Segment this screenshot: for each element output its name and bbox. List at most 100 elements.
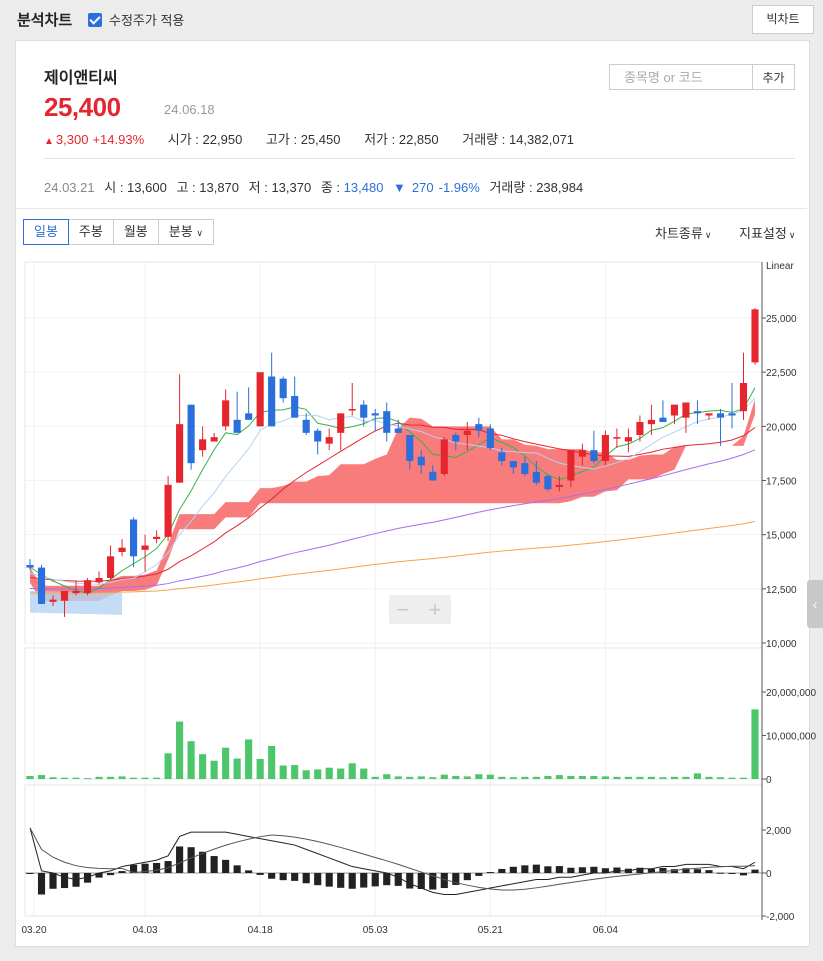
candle-body <box>72 591 80 594</box>
volume-bar <box>693 773 702 779</box>
volume-bar <box>590 775 598 779</box>
volume-bar <box>199 754 207 779</box>
macd-histogram-bar <box>509 866 517 873</box>
macd-histogram-bar <box>613 867 621 873</box>
macd-histogram-bar <box>578 867 586 873</box>
volume-bar <box>60 777 69 779</box>
macd-histogram-bar <box>233 865 241 873</box>
volume-bar <box>164 753 172 779</box>
volume-bar <box>222 747 230 779</box>
macd-histogram-bar <box>26 873 34 874</box>
volume-bar <box>130 777 138 779</box>
candle-body <box>509 461 517 468</box>
candle-body <box>406 435 414 461</box>
candle-body <box>440 439 448 474</box>
candle-body <box>95 578 103 583</box>
x-tick-label: 05.21 <box>478 925 503 936</box>
macd-histogram-bar <box>693 869 702 873</box>
volume-bar <box>486 774 494 779</box>
macd-histogram-bar <box>544 866 552 873</box>
volume-bar <box>647 776 655 779</box>
candle-body <box>567 450 575 481</box>
macd-histogram-bar <box>279 873 287 881</box>
volume-bars <box>26 709 759 780</box>
candle-body <box>739 383 748 412</box>
candle-body <box>325 437 333 444</box>
volume-bar <box>567 775 575 779</box>
macd-histogram-bar <box>256 873 264 875</box>
macd-histogram-bar <box>705 870 713 873</box>
macd-histogram-bar <box>394 873 402 886</box>
candle-body <box>233 419 241 433</box>
candle-body <box>475 424 483 431</box>
candle-body <box>210 437 218 442</box>
volume-bar <box>95 776 103 779</box>
candle-body <box>337 413 345 433</box>
x-tick-label: 04.18 <box>248 925 273 936</box>
volume-bar <box>106 776 115 779</box>
collapse-chevron-icon[interactable]: ‹ <box>807 580 823 628</box>
volume-bar <box>302 770 310 779</box>
price-tick-label: 10,000 <box>766 639 797 650</box>
macd-histogram-bar <box>498 868 506 873</box>
volume-bar <box>636 776 644 779</box>
candle-body <box>49 599 57 602</box>
candle-body <box>371 413 379 416</box>
volume-bar <box>26 775 34 779</box>
volume-bar <box>601 776 609 779</box>
volume-bar <box>521 776 529 779</box>
price-tick-label: 25,000 <box>766 314 797 325</box>
macd-histogram-bar <box>187 847 195 873</box>
candle-body <box>314 430 322 442</box>
macd-histogram <box>25 827 762 895</box>
volume-bar <box>417 776 425 779</box>
candle-body <box>141 545 149 550</box>
macd-tick-label: 2,000 <box>766 826 791 837</box>
volume-bar <box>682 776 690 779</box>
volume-bar <box>233 758 241 779</box>
candle-body <box>636 422 644 435</box>
zoom-control[interactable]: − + <box>389 595 451 624</box>
price-tick-label: 22,500 <box>766 368 797 379</box>
price-tick-label: 17,500 <box>766 477 797 488</box>
stock-chart[interactable]: 03.20 04.03 04.18 05.03 05.21 06.04 Linear 25,0… <box>0 0 823 961</box>
x-tick-label: 05.03 <box>363 925 388 936</box>
macd-histogram-bar <box>176 846 184 873</box>
zoom-in-icon[interactable]: + <box>429 597 442 622</box>
candle-body <box>555 484 563 487</box>
candle-body <box>60 591 69 601</box>
candle-body <box>728 413 736 416</box>
candle-body <box>383 411 391 433</box>
candle-body <box>164 484 172 537</box>
candle-body <box>590 450 598 461</box>
macd-histogram-bar <box>153 862 161 873</box>
volume-bar <box>49 777 57 779</box>
volume-bar <box>440 774 448 779</box>
volume-bar <box>37 775 46 779</box>
tab-daily[interactable]: 일봉 <box>23 219 69 245</box>
volume-bar <box>705 776 713 779</box>
zoom-out-icon[interactable]: − <box>397 597 410 622</box>
macd-histogram-bar <box>406 873 414 889</box>
volume-bar <box>141 777 149 779</box>
volume-bar <box>325 767 333 779</box>
volume-bar <box>337 768 345 779</box>
volume-bar <box>716 777 725 779</box>
x-tick-label: 06.04 <box>593 925 618 936</box>
macd-signal-line <box>29 827 756 891</box>
candle-body <box>693 411 702 414</box>
volume-bar <box>429 777 437 779</box>
volume-bar <box>72 777 80 779</box>
candle-body <box>268 376 276 427</box>
candle-body <box>118 547 126 552</box>
candle-body <box>613 437 621 439</box>
macd-histogram-bar <box>37 873 46 895</box>
candle-body <box>106 556 115 578</box>
volume-bar <box>245 739 253 779</box>
volume-bar <box>532 776 540 779</box>
volume-bar <box>498 776 506 779</box>
macd-histogram-bar <box>751 869 759 873</box>
macd-histogram-bar <box>302 873 310 884</box>
volume-bar <box>360 768 368 779</box>
volume-bar <box>475 774 483 779</box>
